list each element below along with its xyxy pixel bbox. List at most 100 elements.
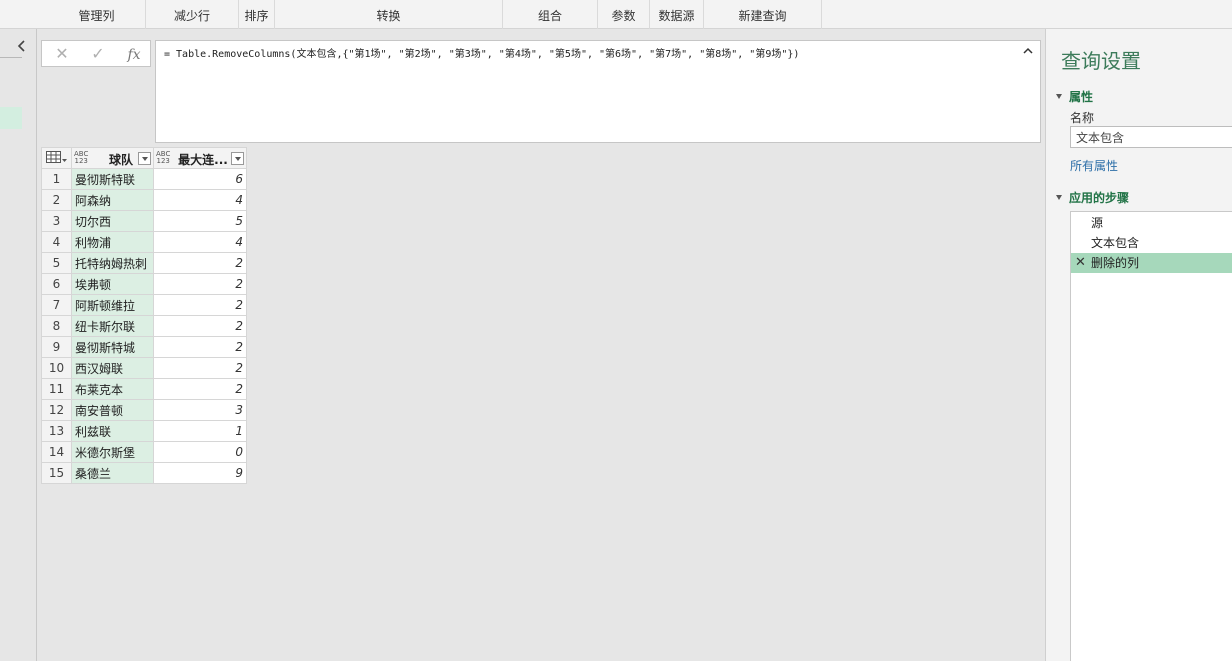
team-cell[interactable]: 米德尔斯堡 <box>71 441 154 463</box>
team-cell[interactable]: 切尔西 <box>71 210 154 232</box>
table-row[interactable]: 6 埃弗顿 2 <box>41 273 247 295</box>
formula-editor[interactable]: = Table.RemoveColumns(文本包含,{"第1场", "第2场"… <box>155 40 1041 143</box>
grid-header-row: ABC 123 球队 ABC 123 最大连... <box>41 147 247 169</box>
ribbon-group-combine[interactable]: 组合 <box>503 0 598 29</box>
max-streak-cell[interactable]: 2 <box>153 378 247 400</box>
team-cell[interactable]: 阿森纳 <box>71 189 154 211</box>
confirm-formula-button[interactable]: ✓ <box>80 41 116 66</box>
column-header-team[interactable]: ABC 123 球队 <box>71 147 154 169</box>
row-number[interactable]: 5 <box>41 252 72 274</box>
table-row[interactable]: 10 西汉姆联 2 <box>41 357 247 379</box>
max-streak-cell[interactable]: 0 <box>153 441 247 463</box>
ribbon-group-data-sources[interactable]: 数据源 <box>650 0 704 29</box>
team-cell[interactable]: 利兹联 <box>71 420 154 442</box>
max-streak-cell[interactable]: 3 <box>153 399 247 421</box>
ribbon-group-sort[interactable]: 排序 <box>239 0 275 29</box>
max-streak-cell[interactable]: 1 <box>153 420 247 442</box>
filter-dropdown-icon[interactable] <box>231 152 244 165</box>
team-cell[interactable]: 布莱克本 <box>71 378 154 400</box>
column-header-max-streak[interactable]: ABC 123 最大连... <box>153 147 247 169</box>
row-number[interactable]: 2 <box>41 189 72 211</box>
pane-title: 查询设置 <box>1061 49 1141 73</box>
filter-dropdown-icon[interactable] <box>138 152 151 165</box>
name-label: 名称 <box>1070 111 1095 125</box>
step-text-contains[interactable]: 文本包含 <box>1071 233 1232 253</box>
team-cell[interactable]: 利物浦 <box>71 231 154 253</box>
row-number[interactable]: 13 <box>41 420 72 442</box>
table-row[interactable]: 14 米德尔斯堡 0 <box>41 441 247 463</box>
ribbon-group-new-query[interactable]: 新建查询 <box>704 0 822 29</box>
ribbon-group-manage-columns[interactable]: 管理列 <box>48 0 146 29</box>
data-grid: ABC 123 球队 ABC 123 最大连... 1 曼彻斯特联 6 2 阿森纳 4 3 切尔西… <box>41 147 247 484</box>
table-row[interactable]: 4 利物浦 4 <box>41 231 247 253</box>
formula-text[interactable]: = Table.RemoveColumns(文本包含,{"第1场", "第2场"… <box>164 45 799 60</box>
max-streak-cell[interactable]: 6 <box>153 168 247 190</box>
row-number[interactable]: 7 <box>41 294 72 316</box>
all-properties-link[interactable]: 所有属性 <box>1070 157 1118 174</box>
row-number[interactable]: 3 <box>41 210 72 232</box>
ribbon-group-labels: 管理列 减少行 排序 转换 组合 参数 数据源 新建查询 <box>0 0 1232 29</box>
table-row[interactable]: 11 布莱克本 2 <box>41 378 247 400</box>
any-type-icon[interactable]: ABC 123 <box>74 151 88 165</box>
max-streak-cell[interactable]: 4 <box>153 231 247 253</box>
chevron-left-icon[interactable] <box>17 39 31 55</box>
any-type-icon[interactable]: ABC 123 <box>156 151 170 165</box>
team-cell[interactable]: 曼彻斯特联 <box>71 168 154 190</box>
team-cell[interactable]: 西汉姆联 <box>71 357 154 379</box>
max-streak-cell[interactable]: 2 <box>153 315 247 337</box>
table-row[interactable]: 15 桑德兰 9 <box>41 462 247 484</box>
team-cell[interactable]: 埃弗顿 <box>71 273 154 295</box>
max-streak-cell[interactable]: 2 <box>153 336 247 358</box>
table-row[interactable]: 9 曼彻斯特城 2 <box>41 336 247 358</box>
row-number[interactable]: 6 <box>41 273 72 295</box>
table-row[interactable]: 3 切尔西 5 <box>41 210 247 232</box>
row-number[interactable]: 9 <box>41 336 72 358</box>
row-number[interactable]: 14 <box>41 441 72 463</box>
max-streak-cell[interactable]: 2 <box>153 357 247 379</box>
max-streak-cell[interactable]: 5 <box>153 210 247 232</box>
row-number[interactable]: 1 <box>41 168 72 190</box>
row-number[interactable]: 15 <box>41 462 72 484</box>
max-streak-cell[interactable]: 2 <box>153 252 247 274</box>
row-number[interactable]: 4 <box>41 231 72 253</box>
table-row[interactable]: 1 曼彻斯特联 6 <box>41 168 247 190</box>
row-number[interactable]: 10 <box>41 357 72 379</box>
table-row[interactable]: 13 利兹联 1 <box>41 420 247 442</box>
max-streak-cell[interactable]: 2 <box>153 273 247 295</box>
table-row[interactable]: 2 阿森纳 4 <box>41 189 247 211</box>
table-row[interactable]: 12 南安普顿 3 <box>41 399 247 421</box>
ribbon-group-reduce-rows[interactable]: 减少行 <box>146 0 239 29</box>
properties-section-header[interactable]: 属性 <box>1056 88 1093 105</box>
ribbon-group-parameters[interactable]: 参数 <box>598 0 650 29</box>
step-source[interactable]: 源 <box>1071 213 1232 233</box>
row-number[interactable]: 12 <box>41 399 72 421</box>
applied-steps-section-header[interactable]: 应用的步骤 <box>1056 189 1129 206</box>
queries-pane-collapsed <box>0 29 37 661</box>
delete-step-icon[interactable]: ✕ <box>1075 253 1086 273</box>
cancel-formula-button[interactable]: ✕ <box>44 41 80 66</box>
selected-query-indicator[interactable] <box>0 107 22 129</box>
team-cell[interactable]: 南安普顿 <box>71 399 154 421</box>
team-cell[interactable]: 曼彻斯特城 <box>71 336 154 358</box>
team-cell[interactable]: 阿斯顿维拉 <box>71 294 154 316</box>
row-number[interactable]: 8 <box>41 315 72 337</box>
row-number[interactable]: 11 <box>41 378 72 400</box>
max-streak-cell[interactable]: 2 <box>153 294 247 316</box>
query-settings-pane: 查询设置 属性 名称 所有属性 应用的步骤 源 文本包含 ✕ 删除的列 <box>1045 29 1232 661</box>
team-cell[interactable]: 托特纳姆热刺 <box>71 252 154 274</box>
fx-icon: fx <box>127 47 141 63</box>
team-cell[interactable]: 桑德兰 <box>71 462 154 484</box>
step-removed-columns[interactable]: ✕ 删除的列 <box>1071 253 1232 273</box>
column-header-label: 最大连... <box>178 153 228 167</box>
insert-function-button[interactable]: fx <box>116 41 152 66</box>
table-icon[interactable] <box>46 151 68 165</box>
chevron-up-icon[interactable] <box>1022 45 1034 57</box>
team-cell[interactable]: 纽卡斯尔联 <box>71 315 154 337</box>
table-row[interactable]: 8 纽卡斯尔联 2 <box>41 315 247 337</box>
max-streak-cell[interactable]: 9 <box>153 462 247 484</box>
query-name-field[interactable] <box>1070 126 1232 148</box>
max-streak-cell[interactable]: 4 <box>153 189 247 211</box>
table-row[interactable]: 7 阿斯顿维拉 2 <box>41 294 247 316</box>
ribbon-group-transform[interactable]: 转换 <box>275 0 503 29</box>
table-row[interactable]: 5 托特纳姆热刺 2 <box>41 252 247 274</box>
